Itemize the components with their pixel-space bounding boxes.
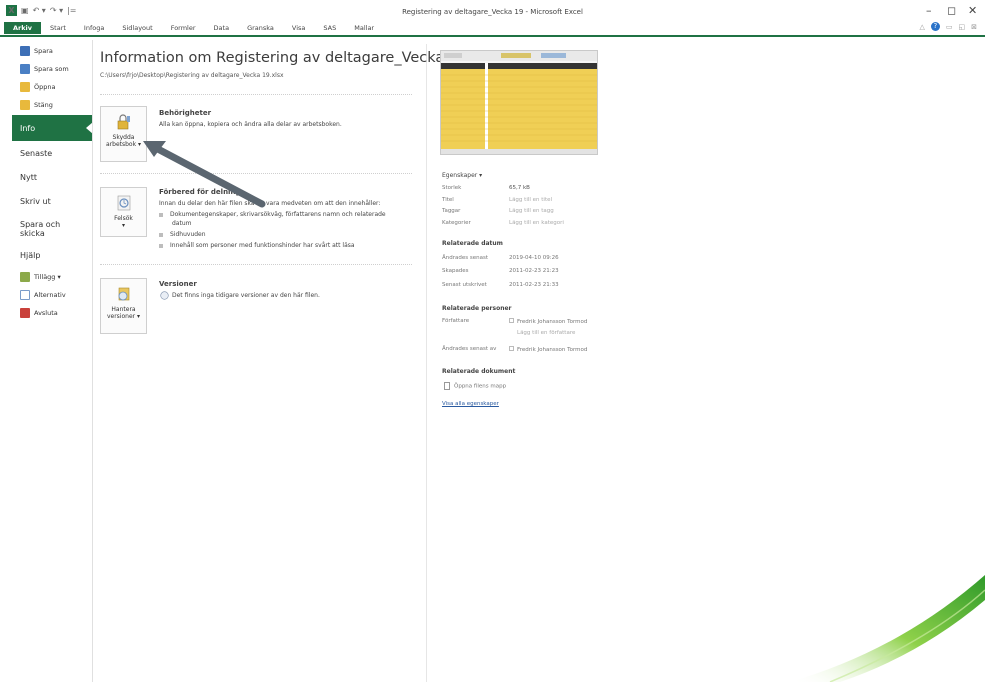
date-value-modified: 2019-04-10 09:26 <box>509 255 559 261</box>
date-label-modified: Ändrades senast <box>442 255 488 261</box>
author-value[interactable]: Fredrik Johansson Tormod <box>509 318 587 325</box>
person-icon <box>509 318 514 323</box>
modified-by-label: Ändrades senast av <box>442 346 497 352</box>
document-icon <box>444 382 450 390</box>
properties-dropdown[interactable]: Egenskaper ▾ <box>442 172 482 179</box>
prop-value-title[interactable]: Lägg till en titel <box>509 197 552 203</box>
author-label: Författare <box>442 318 470 324</box>
prop-label-size: Storlek <box>442 185 462 191</box>
modified-by-name: Fredrik Johansson Tormod <box>517 347 588 353</box>
related-people-header: Relaterade personer <box>442 305 512 312</box>
prop-label-categories: Kategorier <box>442 220 471 226</box>
add-author-link[interactable]: Lägg till en författare <box>517 330 575 336</box>
date-value-printed: 2011-02-23 21:33 <box>509 282 559 288</box>
date-value-created: 2011-02-23 21:23 <box>509 268 559 274</box>
workbook-thumbnail[interactable] <box>440 50 598 155</box>
date-label-created: Skapades <box>442 268 469 274</box>
prop-label-tags: Taggar <box>442 208 461 214</box>
prop-label-title: Titel <box>442 197 454 203</box>
spreadsheet-preview-icon <box>441 51 597 154</box>
related-dates-header: Relaterade datum <box>442 240 503 247</box>
person-icon <box>509 346 514 351</box>
modified-by-value[interactable]: Fredrik Johansson Tormod <box>509 346 587 353</box>
author-name: Fredrik Johansson Tormod <box>517 319 588 325</box>
related-documents-header: Relaterade dokument <box>442 368 516 375</box>
open-file-location-label: Öppna filens mapp <box>454 383 507 390</box>
show-all-properties-link[interactable]: Visa alla egenskaper <box>442 401 499 407</box>
prop-value-tags[interactable]: Lägg till en tagg <box>509 208 554 214</box>
open-file-location[interactable]: Öppna filens mapp <box>444 382 506 390</box>
date-label-printed: Senast utskrivet <box>442 282 487 288</box>
prop-value-size: 65,7 kB <box>509 185 530 191</box>
prop-value-categories[interactable]: Lägg till en kategori <box>509 220 564 226</box>
